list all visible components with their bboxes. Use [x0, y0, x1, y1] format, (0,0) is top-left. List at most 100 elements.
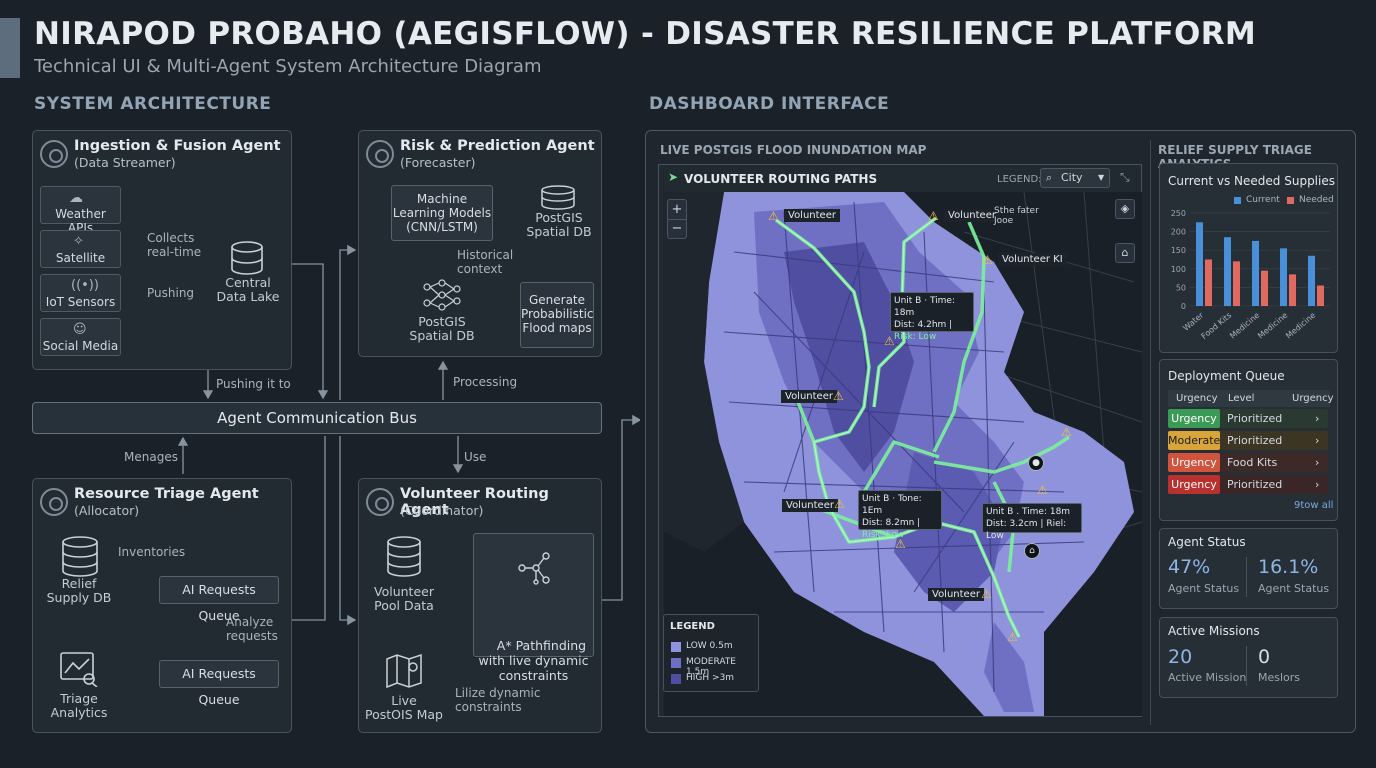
legend-current-label: Current [1246, 195, 1280, 205]
collects-label: Collects real-time [147, 231, 202, 259]
y-tick-label: 250 [1171, 209, 1186, 218]
queue-row[interactable]: Moderate Prioritized › [1168, 431, 1328, 450]
route-info-popup-3[interactable]: Unit B . Time: 18m Dist: 3.2cm | Riel: L… [982, 503, 1082, 541]
supplies-chart-title: Current vs Needed Supplies [1168, 174, 1335, 188]
volunteer-tag-6[interactable]: Volunteer [928, 588, 984, 601]
search-icon: ⌕ [1046, 171, 1053, 184]
volunteer-tag-1[interactable]: Volunteer [784, 209, 840, 222]
database-icon [387, 536, 421, 577]
analyze-label: Analyze requests [226, 615, 278, 643]
bar-needed [1205, 259, 1212, 306]
zoom-out-button[interactable]: − [668, 220, 686, 239]
routing-paths-title: VOLUNTEER ROUTING PATHS [684, 172, 878, 186]
network-graph-icon [518, 552, 550, 585]
home-icon[interactable]: ⌂ [1115, 243, 1135, 263]
weather-api-source: ☁ Weather APIs [40, 186, 121, 235]
chevron-right-icon: › [1315, 434, 1320, 447]
bar-needed [1317, 285, 1324, 306]
queue-tag: Urgency [1168, 409, 1220, 428]
info3-dist: Dist: 3.2cm | Riel: Low [986, 519, 1067, 541]
warning-icon: ⚠ [1061, 425, 1072, 439]
info1-dist: Dist: 4.2hm | [894, 320, 953, 330]
map-legend: LEGEND LOW 0.5m MODERATE 1.5m HIGH >3m [663, 614, 759, 692]
y-tick-label: 0 [1181, 302, 1186, 311]
zoom-in-button[interactable]: + [668, 200, 686, 220]
missions-label-1: Active Mission [1168, 671, 1247, 684]
agent-communication-bus: Agent Communication Bus [32, 402, 602, 434]
collapse-icon[interactable]: ⤡ [1120, 170, 1130, 185]
info1-unit: Unit B · Time: 18m [894, 296, 955, 318]
queue-level: Prioritized [1227, 478, 1283, 491]
route-info-popup-2[interactable]: Unit B · Tone: 1Em Dist: 8.2mn | Risk: L… [858, 490, 942, 540]
y-tick-label: 50 [1176, 283, 1186, 292]
info3-unit: Unit B . Time: 18m [986, 507, 1071, 517]
vehicle-marker-icon[interactable]: ● [1028, 455, 1044, 471]
view-all-link[interactable]: 9tow all [1294, 500, 1333, 511]
volunteer-tag-5[interactable]: Volunteer [782, 499, 838, 512]
legend-needed-label: Needed [1299, 195, 1334, 205]
volunteer-tag-3[interactable]: Volunteer KI [998, 253, 1067, 266]
warning-icon: ⚠ [1007, 630, 1018, 644]
triage-agent-title: Resource Triage Agent [74, 486, 259, 502]
x-tick-label: Medicine [1228, 311, 1261, 341]
street-tag: Sthe fater Jooe [994, 206, 1039, 226]
queue-level: Food Kits [1227, 456, 1278, 469]
volunteer-pool-label: Volunteer Pool Data [374, 584, 434, 613]
flood-maps-box: Generate Probabilistic Flood maps [520, 282, 594, 348]
active-missions-panel: Active Missions 20 Active Mission 0 Mesl… [1159, 617, 1338, 698]
bar-current [1252, 240, 1259, 306]
ingestion-agent-panel: Ingestion & Fusion Agent (Data Streamer)… [32, 130, 292, 370]
warning-icon: ⚠ [1037, 483, 1048, 497]
map-panel-title: LIVE POSTGIS FLOOD INUNDATION MAP [660, 143, 927, 157]
volunteer-tag-2[interactable]: Volunteer [944, 209, 1000, 222]
x-tick-label: Medicine [1256, 311, 1289, 341]
layers-icon[interactable]: ◈ [1115, 199, 1135, 219]
queue-row[interactable]: Urgency Prioritized › [1168, 475, 1328, 494]
x-tick-label: Food Kits [1200, 311, 1234, 341]
requests-queue-box-1: AI Requests Queue [159, 576, 279, 623]
queue-header-urgency: Urgency [1176, 393, 1218, 404]
queue-title: Deployment Queue [1168, 369, 1285, 383]
bar-needed [1233, 261, 1240, 306]
legend-current-swatch [1234, 197, 1241, 204]
satellite-source: ✧ Satellite [40, 230, 121, 268]
agent-status-title: Agent Status [1168, 535, 1246, 549]
bar-current [1308, 255, 1315, 306]
relief-db-label: Relief Supply DB [46, 576, 112, 605]
dashboard-interface-heading: DASHBOARD INTERFACE [649, 94, 890, 114]
chevron-right-icon: › [1315, 478, 1320, 491]
legend-swatch-low [671, 642, 681, 652]
navigation-arrow-icon: ➤ [668, 170, 679, 184]
city-select[interactable]: ⌕ City ▼ [1040, 168, 1110, 188]
astar-box: A* Pathfinding with live dynamic constra… [473, 533, 594, 683]
warning-icon: ⚠ [768, 209, 779, 223]
supplies-bar-chart: 050100150200250WaterFood KitsMedicineMed… [1171, 209, 1330, 341]
route-info-popup-1[interactable]: Unit B · Time: 18m Dist: 4.2hm | Risk: L… [890, 292, 974, 342]
x-tick-label: Medicine [1284, 311, 1317, 341]
postgis-bottom-label: PostGIS Spatial DB [409, 314, 475, 343]
agent-status-value-1: 47% [1168, 556, 1211, 578]
risk-agent-panel: Risk & Prediction Agent (Forecaster) Mac… [358, 130, 602, 357]
gear-icon [366, 140, 394, 168]
missions-value-2: 0 [1258, 646, 1271, 668]
agent-status-value-2: 16.1% [1258, 556, 1319, 578]
risk-agent-title: Risk & Prediction Agent [400, 138, 595, 154]
queue-row[interactable]: Urgency Prioritized › [1168, 409, 1328, 428]
warning-icon: ⚠ [981, 587, 992, 601]
agent-status-panel: Agent Status 47% Agent Status 16.1% Agen… [1159, 528, 1338, 609]
queue-row[interactable]: Urgency Food Kits › [1168, 453, 1328, 472]
gear-icon [40, 140, 68, 168]
queue-level: Prioritized [1227, 412, 1283, 425]
social-media-label: Social Media [42, 339, 119, 353]
volunteer-tag-4[interactable]: Volunteer [781, 390, 837, 403]
database-icon [231, 241, 263, 275]
chevron-down-icon: ▼ [1098, 173, 1105, 182]
live-map-label: Live PostOIS Map [365, 693, 443, 722]
shelter-marker-icon[interactable]: ⌂ [1024, 543, 1040, 559]
y-tick-label: 100 [1171, 265, 1186, 274]
pushing-it-label: Pushing it to [216, 377, 291, 391]
gear-icon [40, 488, 68, 516]
y-tick-label: 200 [1171, 228, 1186, 237]
map-legend-title: LEGEND [670, 621, 715, 632]
gear-icon [366, 488, 394, 516]
